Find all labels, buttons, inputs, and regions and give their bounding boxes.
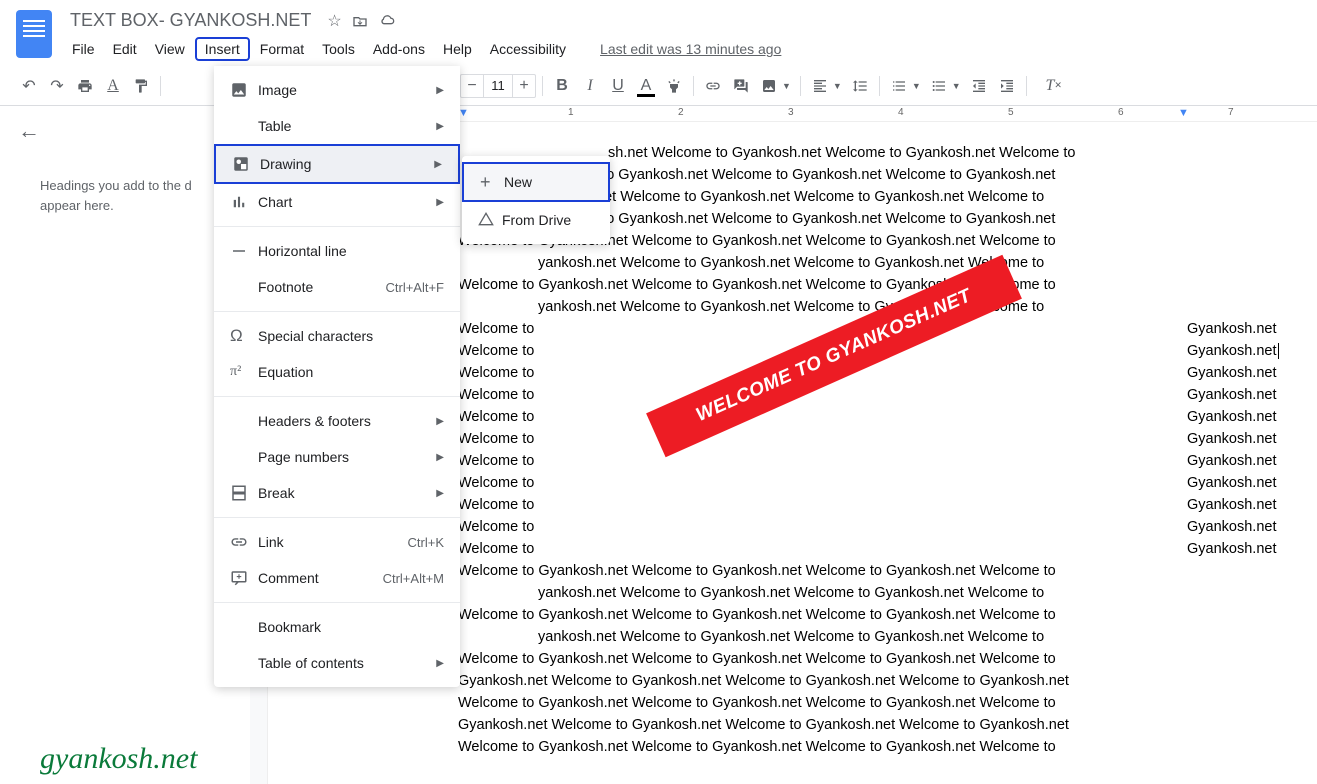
italic-button[interactable]: I	[577, 73, 603, 99]
ruler-mark: 3	[788, 107, 794, 118]
menu-file[interactable]: File	[64, 37, 103, 61]
insert-menu-item-break[interactable]: Break▶	[214, 475, 460, 511]
highlight-button[interactable]	[661, 73, 687, 99]
outline-placeholder: Headings you add to the d appear here.	[40, 176, 230, 215]
chart-icon	[230, 193, 258, 211]
comment-icon	[230, 569, 258, 587]
insert-image-button[interactable]	[756, 73, 782, 99]
outline-back-icon[interactable]: ←	[18, 118, 40, 144]
spellcheck-button[interactable]: A	[100, 73, 126, 99]
decrease-indent-button[interactable]	[966, 73, 992, 99]
menu-insert[interactable]: Insert	[195, 37, 250, 61]
insert-menu-item-table[interactable]: Table▶	[214, 108, 460, 144]
menu-view[interactable]: View	[147, 37, 193, 61]
link-icon	[230, 533, 258, 551]
insert-menu-item-bookmark[interactable]: Bookmark	[214, 609, 460, 645]
insert-menu-item-image[interactable]: Image▶	[214, 72, 460, 108]
underline-button[interactable]: U	[605, 73, 631, 99]
line-spacing-button[interactable]	[847, 73, 873, 99]
ruler-mark: 7	[1228, 107, 1234, 118]
drawing-submenu-new[interactable]: +New	[462, 162, 610, 202]
drawing-icon	[232, 155, 260, 173]
right-margin-icon[interactable]: ▼	[1178, 107, 1189, 119]
star-icon[interactable]: ☆	[327, 11, 341, 31]
image-dropdown[interactable]: ▼	[782, 81, 791, 91]
ruler-mark: 2	[678, 107, 684, 118]
omega-icon: Ω	[230, 326, 258, 346]
outline-panel: ← Headings you add to the d appear here.	[0, 106, 250, 784]
submenu-arrow-icon: ▶	[436, 416, 444, 427]
bold-button[interactable]: B	[549, 73, 575, 99]
submenu-arrow-icon: ▶	[436, 197, 444, 208]
font-size-control: − 11 +	[460, 74, 536, 98]
menu-edit[interactable]: Edit	[105, 37, 145, 61]
insert-menu-item-comment[interactable]: CommentCtrl+Alt+M	[214, 560, 460, 596]
+-icon: +	[480, 172, 504, 193]
checklist-button[interactable]	[886, 73, 912, 99]
font-size-increase[interactable]: +	[513, 77, 535, 95]
undo-button[interactable]: ↶	[16, 73, 42, 99]
bulleted-list-button[interactable]	[926, 73, 952, 99]
submenu-arrow-icon: ▶	[436, 452, 444, 463]
font-size-input[interactable]: 11	[483, 75, 513, 97]
insert-menu-item-equation[interactable]: π²Equation	[214, 354, 460, 390]
menu-format[interactable]: Format	[252, 37, 312, 61]
text-cursor	[1278, 343, 1279, 359]
ruler-mark: 6	[1118, 107, 1124, 118]
clear-formatting-button[interactable]: T✕	[1041, 73, 1067, 99]
menu-bar: File Edit View Insert Format Tools Add-o…	[64, 37, 1301, 61]
insert-menu-item-table-of-contents[interactable]: Table of contents▶	[214, 645, 460, 681]
font-size-decrease[interactable]: −	[461, 77, 483, 95]
align-dropdown[interactable]: ▼	[833, 81, 842, 91]
insert-menu-item-chart[interactable]: Chart▶	[214, 184, 460, 220]
insert-menu-item-link[interactable]: LinkCtrl+K	[214, 524, 460, 560]
image-icon	[230, 81, 258, 99]
drive-icon	[478, 212, 502, 228]
submenu-arrow-icon: ▶	[436, 85, 444, 96]
insert-menu-item-special-characters[interactable]: ΩSpecial characters	[214, 318, 460, 354]
menu-help[interactable]: Help	[435, 37, 480, 61]
move-icon[interactable]	[352, 13, 368, 29]
add-comment-button[interactable]	[728, 73, 754, 99]
increase-indent-button[interactable]	[994, 73, 1020, 99]
insert-menu-item-footnote[interactable]: FootnoteCtrl+Alt+F	[214, 269, 460, 305]
text-line: Gyankosh.net Welcome to Gyankosh.net Wel…	[268, 714, 1317, 736]
redo-button[interactable]: ↷	[44, 73, 70, 99]
document-title[interactable]: TEXT BOX- GYANKOSH.NET	[64, 8, 317, 33]
bulleted-dropdown[interactable]: ▼	[952, 81, 961, 91]
pi-icon: π²	[230, 364, 258, 380]
submenu-arrow-icon: ▶	[436, 658, 444, 669]
menu-tools[interactable]: Tools	[314, 37, 363, 61]
submenu-arrow-icon: ▶	[434, 159, 442, 170]
cloud-saved-icon[interactable]	[378, 13, 396, 29]
text-color-button[interactable]: A	[633, 73, 659, 99]
insert-menu-item-page-numbers[interactable]: Page numbers▶	[214, 439, 460, 475]
menu-addons[interactable]: Add-ons	[365, 37, 433, 61]
hr-icon	[230, 242, 258, 260]
insert-menu-dropdown: Image▶Table▶Drawing▶Chart▶ Horizontal lin…	[214, 66, 460, 687]
insert-menu-item-drawing[interactable]: Drawing▶	[214, 144, 460, 184]
text-line: Welcome to Gyankosh.net Welcome to Gyank…	[268, 692, 1317, 714]
insert-link-button[interactable]	[700, 73, 726, 99]
watermark-text: gyankosh.net	[40, 742, 197, 776]
break-icon	[230, 484, 258, 502]
text-line: Welcome to Gyankosh.net Welcome to Gyank…	[268, 736, 1317, 758]
insert-menu-item-headers-footers[interactable]: Headers & footers▶	[214, 403, 460, 439]
submenu-arrow-icon: ▶	[436, 488, 444, 499]
toolbar: ↶ ↷ A − 11 + B I U A ▼ ▼ ▼ ▼ T✕	[0, 66, 1317, 106]
checklist-dropdown[interactable]: ▼	[912, 81, 921, 91]
print-button[interactable]	[72, 73, 98, 99]
drawing-submenu-from-drive[interactable]: From Drive	[462, 202, 610, 238]
align-button[interactable]	[807, 73, 833, 99]
submenu-arrow-icon: ▶	[436, 121, 444, 132]
ruler-mark: 4	[898, 107, 904, 118]
menu-accessibility[interactable]: Accessibility	[482, 37, 574, 61]
ruler-mark: 1	[568, 107, 574, 118]
paint-format-button[interactable]	[128, 73, 154, 99]
insert-menu-item-horizontal-line[interactable]: Horizontal line	[214, 233, 460, 269]
ruler-mark: 5	[1008, 107, 1014, 118]
drawing-submenu: +NewFrom Drive	[462, 156, 610, 244]
docs-logo-icon[interactable]	[16, 10, 52, 58]
last-edit-link[interactable]: Last edit was 13 minutes ago	[600, 41, 781, 57]
